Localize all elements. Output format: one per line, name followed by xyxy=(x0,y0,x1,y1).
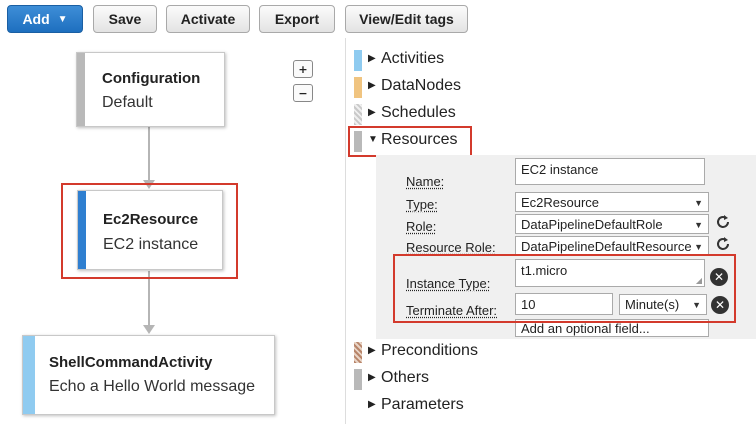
chevron-right-icon: ▶ xyxy=(368,372,376,383)
node-color-bar xyxy=(77,53,85,126)
role-label: Role: xyxy=(406,219,437,234)
toolbar: Add ▼ Save Activate Export View/Edit tag… xyxy=(0,0,756,38)
instance-settings-highlight xyxy=(393,254,736,323)
dropdown-arrow-icon: ▼ xyxy=(694,242,703,252)
node-title: Configuration xyxy=(102,70,201,87)
node-subtitle: Default xyxy=(102,94,153,111)
properties-panel: ▶ Activities ▶ DataNodes ▶ Schedules ▼ R… xyxy=(345,38,756,424)
section-schedules[interactable]: ▶ Schedules xyxy=(346,101,756,128)
section-others[interactable]: ▶ Others xyxy=(346,366,756,393)
edge-ec2-shell xyxy=(148,271,150,325)
section-activities[interactable]: ▶ Activities xyxy=(346,47,756,74)
section-color-swatch xyxy=(354,104,362,125)
chevron-down-icon: ▼ xyxy=(57,13,68,25)
type-select[interactable]: Ec2Resource ▼ xyxy=(515,192,709,212)
arrowhead xyxy=(143,325,155,334)
zoom-out-glyph: − xyxy=(298,86,308,100)
node-subtitle: Echo a Hello World message xyxy=(49,378,256,395)
node-title: ShellCommandActivity xyxy=(49,354,213,371)
configuration-node[interactable]: Configuration Default xyxy=(76,52,225,127)
role-select[interactable]: DataPipelineDefaultRole ▼ xyxy=(515,214,709,234)
chevron-right-icon: ▶ xyxy=(368,345,376,356)
add-button-label: Add xyxy=(22,11,50,27)
type-label: Type: xyxy=(406,197,438,212)
section-label: Schedules xyxy=(381,104,456,121)
zoom-in-glyph: + xyxy=(298,62,308,76)
resources-highlight xyxy=(348,126,472,157)
dropdown-arrow-icon: ▼ xyxy=(694,198,703,208)
edge-config-ec2 xyxy=(148,127,150,180)
node-color-bar xyxy=(23,336,35,414)
section-label: Preconditions xyxy=(381,342,478,359)
section-label: Parameters xyxy=(381,396,464,413)
section-datanodes[interactable]: ▶ DataNodes xyxy=(346,74,756,101)
section-label: Activities xyxy=(381,50,445,67)
add-button[interactable]: Add ▼ xyxy=(7,5,83,33)
zoom-out-icon[interactable]: − xyxy=(293,84,313,102)
chevron-right-icon: ▶ xyxy=(368,80,376,91)
section-preconditions[interactable]: ▶ Preconditions xyxy=(346,339,756,366)
section-color-swatch xyxy=(354,50,362,71)
section-label: Others xyxy=(381,369,430,386)
chevron-right-icon: ▶ xyxy=(368,399,376,410)
save-button[interactable]: Save xyxy=(93,5,157,33)
pipeline-canvas[interactable]: + − Configuration Default Ec2Resource EC… xyxy=(0,38,345,424)
ec2-resource-highlight xyxy=(61,183,238,279)
resource-role-select[interactable]: DataPipelineDefaultResource ▼ xyxy=(515,236,709,256)
resource-role-select-value: DataPipelineDefaultResource xyxy=(521,239,692,254)
resource-role-label: Resource Role: xyxy=(406,240,496,255)
role-select-value: DataPipelineDefaultRole xyxy=(521,217,663,232)
view-edit-tags-button[interactable]: View/Edit tags xyxy=(345,5,468,33)
refresh-icon[interactable] xyxy=(714,235,732,253)
activate-button[interactable]: Activate xyxy=(166,5,250,33)
section-color-swatch xyxy=(354,77,362,98)
type-select-value: Ec2Resource xyxy=(521,195,600,210)
section-color-swatch xyxy=(354,369,362,390)
section-label: DataNodes xyxy=(381,77,462,94)
section-parameters[interactable]: ▶ Parameters xyxy=(346,393,756,420)
optional-field-placeholder: Add an optional field... xyxy=(521,321,650,336)
export-button[interactable]: Export xyxy=(259,5,335,33)
section-color-swatch xyxy=(354,342,362,363)
name-field[interactable]: EC2 instance xyxy=(515,158,705,185)
zoom-in-icon[interactable]: + xyxy=(293,60,313,78)
chevron-right-icon: ▶ xyxy=(368,107,376,118)
chevron-right-icon: ▶ xyxy=(368,53,376,64)
name-label: Name: xyxy=(406,174,445,189)
shell-command-activity-node[interactable]: ShellCommandActivity Echo a Hello World … xyxy=(22,335,275,415)
dropdown-arrow-icon: ▼ xyxy=(694,220,703,230)
refresh-icon[interactable] xyxy=(714,213,732,231)
